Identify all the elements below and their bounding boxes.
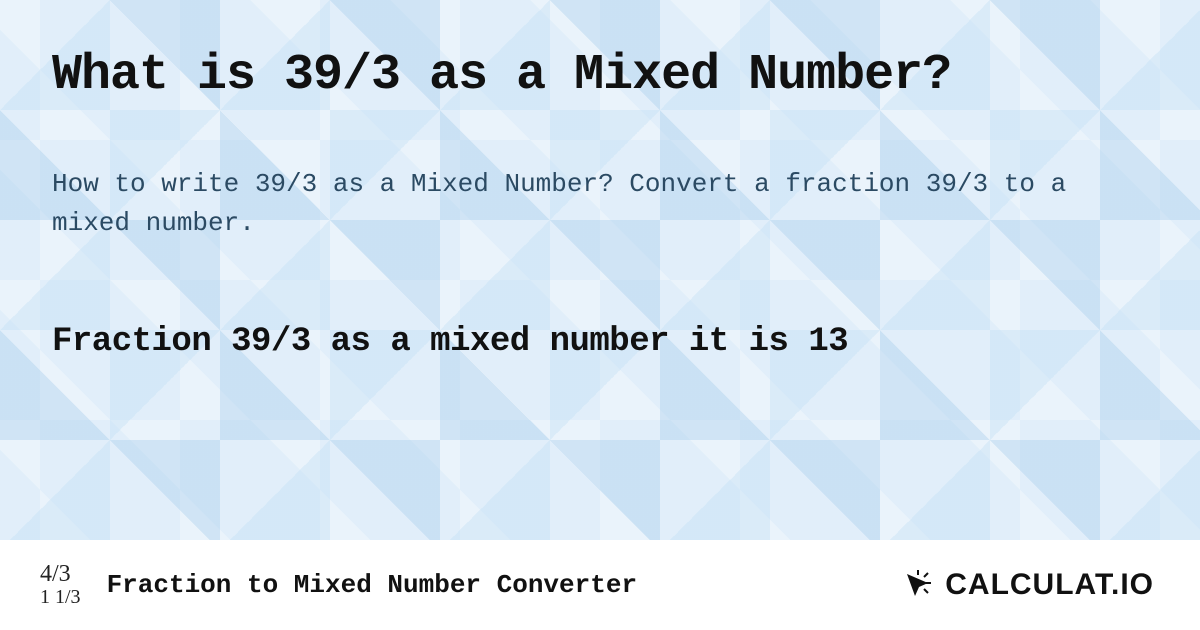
fraction-icon-top: 4/3	[40, 562, 71, 587]
footer-left: 4/3 1 1/3 Fraction to Mixed Number Conve…	[40, 562, 637, 608]
footer-bar: 4/3 1 1/3 Fraction to Mixed Number Conve…	[0, 540, 1200, 630]
brand-name: CALCULAT.IO	[945, 568, 1154, 602]
lead-text: How to write 39/3 as a Mixed Number? Con…	[52, 165, 1132, 243]
fraction-icon: 4/3 1 1/3	[40, 562, 81, 608]
page-title: What is 39/3 as a Mixed Number?	[52, 48, 1148, 103]
answer-heading: Fraction 39/3 as a mixed number it is 13	[52, 323, 1148, 361]
converter-title: Fraction to Mixed Number Converter	[107, 570, 638, 600]
main-content: What is 39/3 as a Mixed Number? How to w…	[0, 0, 1200, 540]
fraction-icon-bottom: 1 1/3	[40, 587, 81, 608]
cursor-click-icon	[901, 568, 935, 602]
brand: CALCULAT.IO	[901, 568, 1154, 602]
